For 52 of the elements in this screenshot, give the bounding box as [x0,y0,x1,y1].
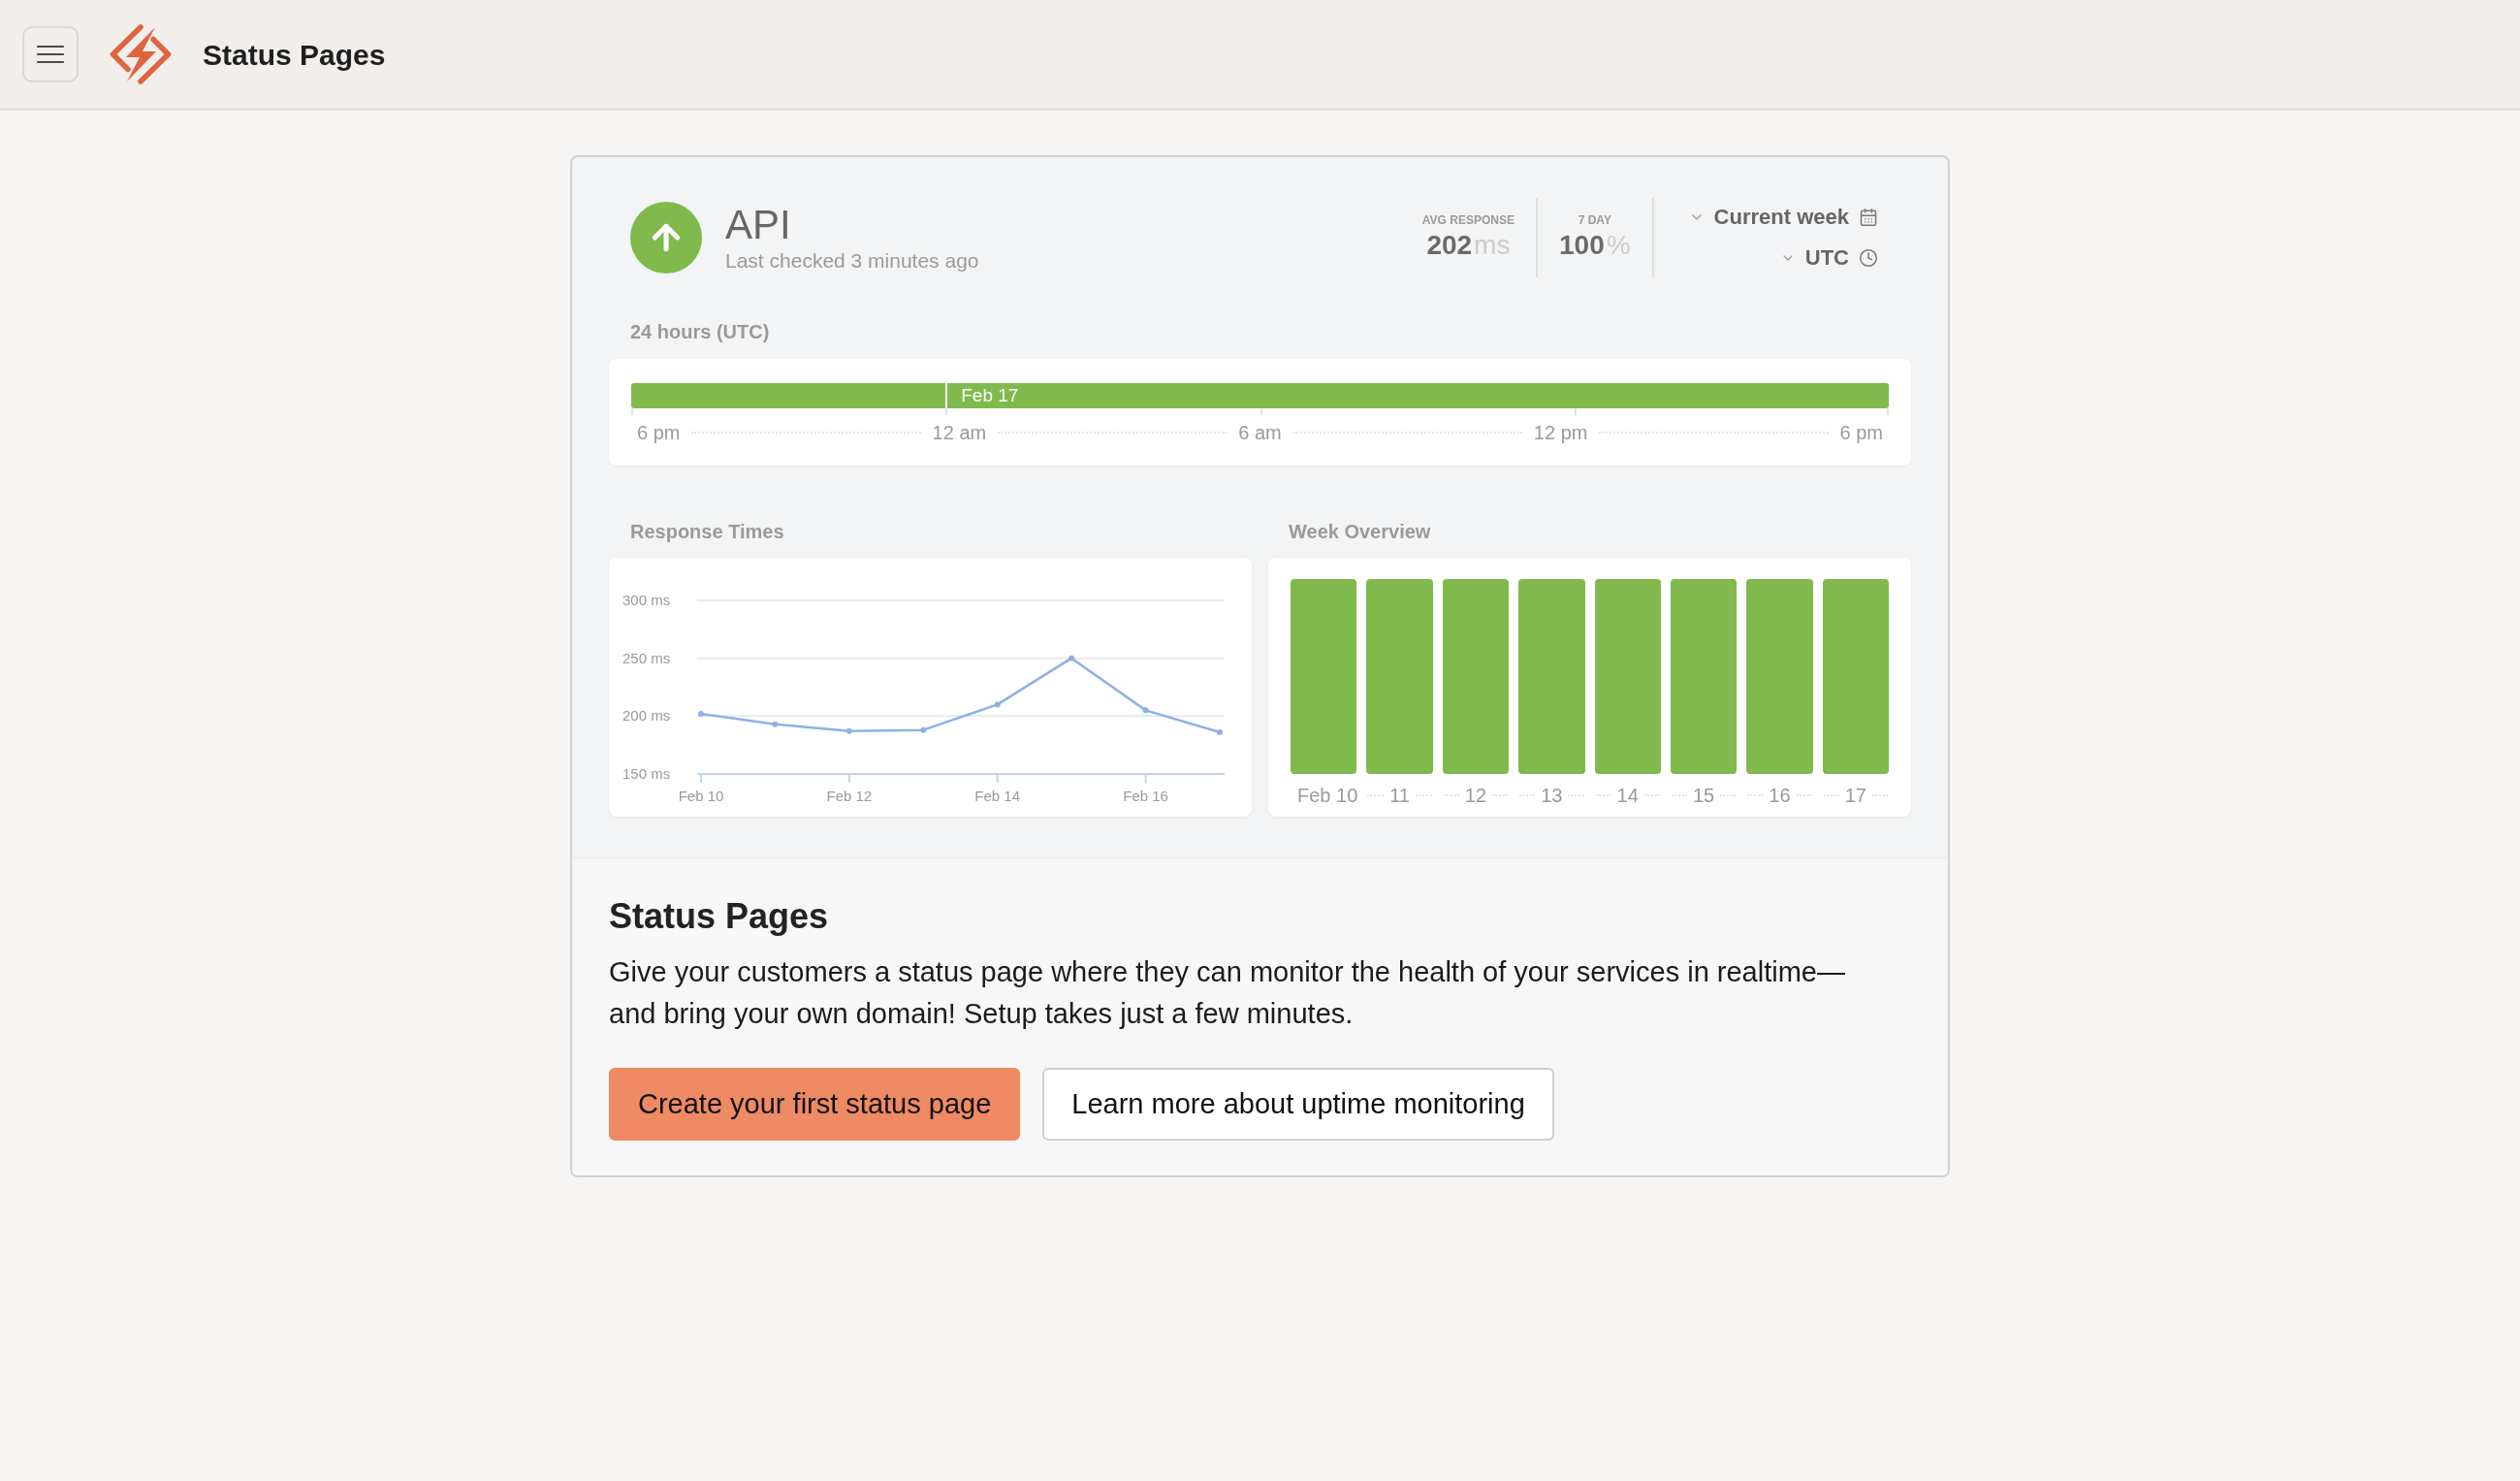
clock-icon [1859,248,1878,268]
chart-title: Week Overview [1288,520,1432,543]
stat-label: 7 DAY [1578,212,1611,228]
calendar-icon [1859,208,1878,227]
axis-label: 300 ms [622,592,671,608]
day-label: 13 [1541,784,1563,807]
axis-label: Feb 16 [1123,788,1168,804]
data-point [698,710,704,717]
time-label: 12 pm [1533,421,1588,444]
axis-label: Feb 12 [826,788,873,804]
axis-label: Feb 10 [678,788,724,804]
stat-value: 202 [1426,229,1473,262]
day-label: 17 [1844,784,1866,807]
day-label: 15 [1692,784,1715,807]
data-point [994,701,1001,708]
data-point [772,721,779,727]
data-point [1217,729,1223,736]
time-label: 6 pm [1839,421,1884,444]
dropdown-button[interactable]: UTC [1779,244,1878,272]
time-label: 6 am [1238,421,1282,444]
last-checked-text: Last checked 3 minutes ago [725,248,979,274]
data-point [1069,655,1075,661]
day-label: 16 [1769,784,1791,807]
chart-title: Response Times [629,520,785,543]
data-point [920,726,927,733]
page-title: Status Pages [203,37,386,73]
data-point [845,727,852,734]
menu-icon [37,45,64,64]
secondary-button[interactable]: Learn more about uptime monitoring [1042,1068,1554,1141]
day-label: 11 [1389,784,1410,807]
primary-button[interactable]: Create your first status page [609,1068,1021,1141]
monitor-name: API [725,202,792,248]
day-label: Feb 10 [1297,784,1358,807]
day-label: 12 [1464,784,1487,807]
day-label: 14 [1616,784,1639,807]
day-label: Feb 17 [961,385,1019,406]
stat-value: 100 [1559,229,1605,262]
menu-button[interactable] [22,26,79,82]
section-label: 24 hours (UTC) [630,321,770,342]
time-label: 12 am [932,421,987,444]
promo-heading: Status Pages [609,895,830,938]
stat-unit: % [1606,229,1631,262]
axis-label: 250 ms [622,649,671,666]
axis-label: Feb 14 [974,788,1021,804]
lightning-bolt-logo [110,23,172,85]
data-point [1142,707,1149,714]
promo-text: Give your customers a status page where they can monitor the health of your services in realtime—and bring your own domain! Setup takes just a few minutes. [609,955,1846,1031]
axis-label: 150 ms [622,765,671,782]
dropdown-button[interactable]: Current week [1688,204,1878,231]
time-label: 6 pm [637,421,681,444]
axis-label: 200 ms [622,707,671,724]
stat-label: AVG RESPONSE [1421,212,1515,228]
